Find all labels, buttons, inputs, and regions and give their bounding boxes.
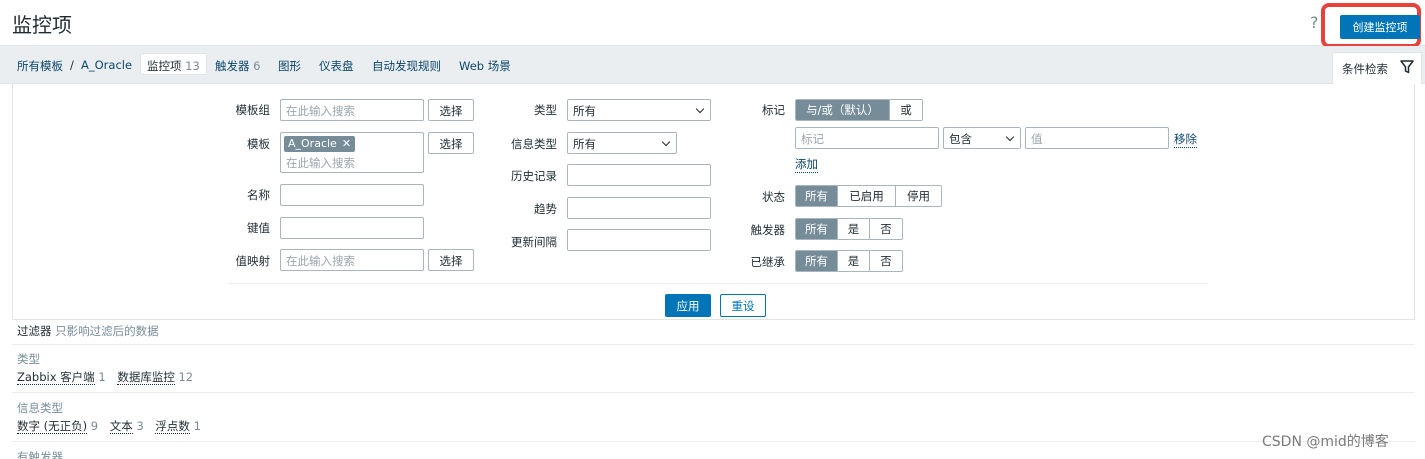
template-group-input[interactable]: 在此输入搜索 — [280, 99, 424, 121]
state-label: 状态 — [762, 190, 785, 204]
filter-toggle-tab[interactable]: 条件检索 — [1332, 52, 1422, 84]
subfilter-title: 过滤器 只影响过滤后的数据 — [17, 323, 159, 339]
subfilter-heading: 过滤器 — [17, 324, 52, 338]
tab-items[interactable]: 监控项 13 — [140, 53, 207, 75]
subfilter-item[interactable]: Zabbix 客户端 — [17, 370, 95, 385]
highlight-box: 创建监控项 — [1321, 3, 1421, 48]
subfilter-item[interactable]: 文本 — [109, 419, 133, 434]
tab-items-label: 监控项 — [147, 59, 182, 73]
tab-triggers-count: 6 — [253, 59, 261, 73]
name-input[interactable] — [280, 184, 424, 206]
tab-graphs[interactable]: 图形 — [278, 58, 301, 74]
remove-tag-icon[interactable]: ✕ — [342, 137, 351, 150]
history-input[interactable] — [567, 164, 711, 186]
value-map-label: 值映射 — [235, 254, 271, 268]
template-tag: A_Oracle ✕ — [284, 136, 356, 152]
breadcrumb-all-templates[interactable]: 所有模板 — [17, 58, 63, 74]
trends-label: 趋势 — [534, 202, 557, 216]
tags-mode-or[interactable]: 或 — [890, 100, 922, 120]
tab-triggers[interactable]: 触发器 6 — [215, 58, 260, 74]
name-label: 名称 — [247, 188, 270, 202]
tags-mode-toggle[interactable]: 与/或（默认） 或 — [795, 99, 923, 121]
inherited-no[interactable]: 否 — [870, 251, 902, 271]
subfilter-divider — [12, 441, 1415, 442]
subfilter-item-count: 3 — [136, 419, 144, 433]
reset-button[interactable]: 重设 — [720, 294, 766, 317]
key-label: 键值 — [247, 221, 270, 235]
value-map-select-button[interactable]: 选择 — [428, 249, 474, 271]
subfilter-item[interactable]: 数据库监控 — [117, 370, 175, 385]
subfilter-group-label: 类型 — [17, 352, 40, 366]
breadcrumb-template[interactable]: A_Oracle — [81, 58, 132, 72]
template-search-placeholder: 在此输入搜索 — [286, 156, 355, 170]
tag-operator-select[interactable]: 包含 — [943, 127, 1021, 149]
state-all[interactable]: 所有 — [796, 186, 838, 206]
trigger-toggle[interactable]: 所有 是 否 — [795, 218, 903, 240]
trigger-label: 触发器 — [750, 223, 786, 237]
breadcrumb-separator: / — [70, 58, 74, 72]
info-type-label: 信息类型 — [511, 137, 557, 151]
value-map-input[interactable]: 在此输入搜索 — [280, 249, 424, 271]
page-header: 监控项 ? 创建监控项 — [0, 0, 1425, 48]
info-type-select[interactable]: 所有 — [567, 132, 677, 154]
tab-dashboards[interactable]: 仪表盘 — [319, 58, 354, 74]
trigger-yes[interactable]: 是 — [838, 219, 870, 239]
subfilter-divider — [12, 344, 1415, 345]
add-tag-link[interactable]: 添加 — [795, 156, 818, 173]
state-disabled[interactable]: 停用 — [896, 186, 941, 206]
subfilter-divider — [12, 392, 1415, 393]
tab-discovery-rules[interactable]: 自动发现规则 — [372, 58, 441, 74]
tag-name-input[interactable]: 标记 — [795, 127, 939, 149]
template-nav: 所有模板 / A_Oracle 监控项 13 触发器 6 图形 仪表盘 自动发现… — [0, 46, 1425, 84]
template-label: 模板 — [247, 137, 270, 151]
subfilter-item-count: 1 — [193, 419, 201, 433]
tab-triggers-label: 触发器 — [215, 59, 250, 73]
tab-items-count: 13 — [185, 59, 200, 73]
apply-button[interactable]: 应用 — [665, 294, 711, 317]
subfilter-item-count: 1 — [98, 370, 106, 384]
inherited-label: 已继承 — [750, 255, 786, 269]
trigger-all[interactable]: 所有 — [796, 219, 838, 239]
inherited-yes[interactable]: 是 — [838, 251, 870, 271]
tab-web-scenarios[interactable]: Web 场景 — [459, 58, 511, 74]
inherited-all[interactable]: 所有 — [796, 251, 838, 271]
subfilter-group-items: 数字 (无正负) 9 文本 3 浮点数 1 — [17, 418, 209, 434]
tag-value-input[interactable]: 值 — [1025, 127, 1169, 149]
subfilter-item-count: 9 — [90, 419, 99, 433]
subfilter-group-label: 有触发器 — [17, 450, 63, 459]
template-group-label: 模板组 — [235, 103, 271, 117]
subfilter-note: 只影响过滤后的数据 — [55, 324, 159, 338]
state-toggle[interactable]: 所有 已启用 停用 — [795, 185, 942, 207]
page-title: 监控项 — [12, 13, 72, 37]
funnel-icon — [1400, 60, 1414, 74]
filter-divider — [228, 283, 1208, 284]
tags-label: 标记 — [762, 103, 785, 117]
watermark: CSDN @mid的博客 — [1262, 434, 1389, 450]
inherited-toggle[interactable]: 所有 是 否 — [795, 250, 903, 272]
template-multiselect[interactable]: A_Oracle ✕ 在此输入搜索 — [280, 132, 424, 173]
subfilter-item[interactable]: 浮点数 — [155, 419, 190, 434]
key-input[interactable] — [280, 217, 424, 239]
state-enabled[interactable]: 已启用 — [838, 186, 896, 206]
update-interval-label: 更新间隔 — [511, 235, 557, 249]
subfilter-group-label: 信息类型 — [17, 401, 63, 415]
trigger-no[interactable]: 否 — [870, 219, 902, 239]
subfilter-item[interactable]: 数字 (无正负) — [17, 419, 88, 434]
create-item-button[interactable]: 创建监控项 — [1340, 15, 1420, 39]
type-label: 类型 — [534, 103, 557, 117]
history-label: 历史记录 — [511, 169, 557, 183]
filter-toggle-label: 条件检索 — [1342, 62, 1388, 76]
tags-mode-and-or[interactable]: 与/或（默认） — [796, 100, 890, 120]
template-tag-label: A_Oracle — [288, 137, 337, 150]
subfilter-group-items: Zabbix 客户端 1 数据库监控 12 — [17, 369, 201, 385]
subfilter-item-count: 12 — [178, 370, 194, 384]
remove-tag-link[interactable]: 移除 — [1174, 131, 1197, 148]
